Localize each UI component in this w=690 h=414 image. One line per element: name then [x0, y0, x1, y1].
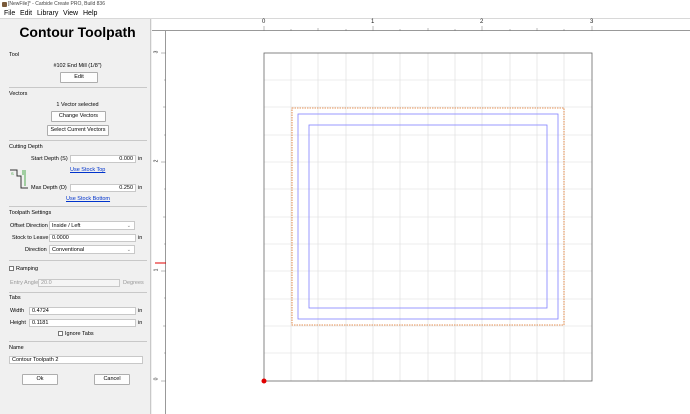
chevron-down-icon: ⌄: [126, 223, 131, 229]
menu-library[interactable]: Library: [37, 10, 58, 17]
start-depth-unit: in: [138, 156, 143, 162]
stock-to-leave-input[interactable]: 0.0000: [49, 234, 136, 242]
tab-width-unit: in: [138, 308, 143, 314]
stock-to-leave-label: Stock to Leave: [12, 235, 49, 241]
toolpath-name-input[interactable]: Contour Toolpath 2: [9, 356, 143, 364]
use-stock-bottom-link[interactable]: Use Stock Bottom: [66, 196, 110, 202]
start-depth-label: Start Depth (S): [31, 156, 68, 162]
menu-edit[interactable]: Edit: [20, 10, 32, 17]
offset-direction-select[interactable]: Inside / Left ⌄: [49, 221, 135, 230]
offset-direction-value: Inside / Left: [52, 223, 81, 229]
tabs-heading: Tabs: [9, 295, 21, 301]
ruler-label-3: 3: [590, 19, 594, 25]
entry-angle-unit: Degrees: [123, 280, 144, 286]
ramping-label: Ramping: [16, 266, 39, 272]
origin-marker-icon: [261, 378, 267, 384]
ruler-ticks: [263, 26, 593, 31]
vectors-heading: Vectors: [9, 91, 28, 97]
ruler-label-1: 1: [153, 268, 160, 272]
divider: [9, 341, 147, 342]
max-depth-input[interactable]: 0.250: [70, 184, 136, 192]
select-current-vectors-button[interactable]: Select Current Vectors: [47, 125, 109, 136]
ruler-label-0: 0: [262, 19, 266, 25]
offset-direction-label: Offset Direction: [10, 223, 48, 229]
stock-grid: [264, 53, 592, 381]
depth-diagram-icon: S: [10, 169, 28, 189]
change-vectors-button[interactable]: Change Vectors: [51, 111, 106, 122]
direction-value: Conventional: [52, 247, 85, 253]
max-depth-unit: in: [138, 185, 143, 191]
divider: [9, 206, 147, 207]
svg-text:S: S: [11, 171, 14, 176]
tab-width-label: Width: [10, 308, 25, 314]
design-canvas[interactable]: [152, 19, 690, 414]
cancel-button[interactable]: Cancel: [94, 374, 130, 385]
tab-height-input[interactable]: 0.1181: [29, 319, 136, 327]
ruler-label-0: 0: [153, 377, 160, 381]
ignore-tabs-label: Ignore Tabs: [65, 331, 94, 337]
edit-tool-button[interactable]: Edit: [60, 72, 98, 83]
tab-width-input[interactable]: 0.4724: [29, 307, 136, 315]
panel-title: Contour Toolpath: [19, 24, 136, 40]
app-icon: [2, 2, 7, 7]
vectors-status: 1 Vector selected: [56, 102, 99, 108]
ruler-label-3: 3: [153, 50, 160, 54]
menu-file[interactable]: File: [4, 10, 15, 17]
max-depth-label: Max Depth (D): [31, 185, 67, 191]
tab-height-unit: in: [138, 320, 143, 326]
menu-help[interactable]: Help: [83, 10, 97, 17]
divider: [9, 292, 147, 293]
direction-select[interactable]: Conventional ⌄: [49, 245, 135, 254]
ok-button[interactable]: Ok: [22, 374, 58, 385]
tool-name: #102 End Mill (1/8"): [53, 63, 102, 69]
chevron-down-icon: ⌄: [126, 247, 131, 253]
direction-label: Direction: [25, 247, 47, 253]
entry-angle-label: Entry Angle: [10, 280, 39, 286]
ruler-ticks: [155, 52, 166, 382]
toolpath-panel: Contour Toolpath Tool #102 End Mill (1/8…: [4, 19, 151, 414]
name-heading: Name: [9, 345, 24, 351]
ramping-checkbox[interactable]: [9, 266, 14, 271]
window-titlebar: [NewFile]* - Carbide Create PRO, Build 8…: [0, 0, 690, 9]
ruler-label-2: 2: [153, 159, 160, 163]
entry-angle-input[interactable]: 20.0: [38, 279, 120, 287]
menubar: File Edit Library View Help: [0, 9, 690, 19]
tool-heading: Tool: [9, 52, 20, 58]
vertical-ruler: 3 2 1 0: [152, 31, 166, 414]
toolpath-settings-heading: Toolpath Settings: [9, 210, 52, 216]
design-drawing: [261, 52, 593, 384]
cutting-depth-heading: Cutting Depth: [9, 144, 43, 150]
ruler-label-2: 2: [480, 19, 484, 25]
stock-to-leave-unit: in: [138, 235, 143, 241]
use-stock-top-link[interactable]: Use Stock Top: [70, 167, 105, 173]
divider: [9, 87, 147, 88]
divider: [9, 140, 147, 141]
menu-view[interactable]: View: [63, 10, 78, 17]
ignore-tabs-checkbox[interactable]: [58, 331, 63, 336]
tab-height-label: Height: [10, 320, 26, 326]
divider: [9, 260, 147, 261]
ruler-label-1: 1: [371, 19, 375, 25]
start-depth-input[interactable]: 0.000: [70, 155, 136, 163]
horizontal-ruler: 0 1 2 3: [152, 19, 690, 31]
window-title: [NewFile]* - Carbide Create PRO, Build 8…: [8, 1, 105, 7]
